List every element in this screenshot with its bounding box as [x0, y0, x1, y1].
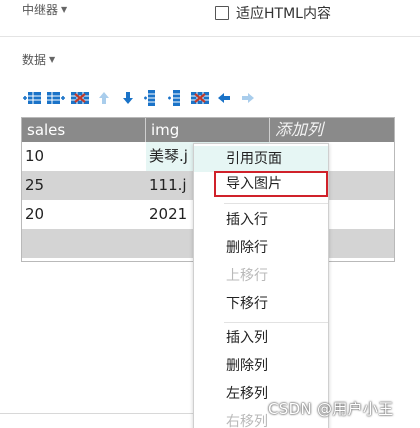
menu-item-insert-row[interactable]: 插入行 — [194, 207, 328, 233]
table-cell[interactable]: 10 — [22, 142, 146, 171]
context-menu: 引用页面 导入图片 插入行 删除行 上移行 下移行 插入列 删除列 左移列 右移… — [193, 143, 329, 428]
data-section-toggle[interactable]: 数据 ▼ — [22, 51, 55, 68]
insert-column-right-icon[interactable] — [166, 89, 186, 107]
insert-column-icon[interactable] — [46, 89, 66, 107]
fit-html-label: 适应HTML内容 — [236, 6, 331, 22]
move-up-icon[interactable] — [94, 89, 114, 107]
fit-html-option[interactable]: 适应HTML内容 — [215, 3, 331, 23]
grid-header-row: sales img 添加列 — [22, 118, 394, 142]
repeater-label: 中继器 — [22, 3, 59, 17]
insert-column-left-icon[interactable] — [142, 89, 162, 107]
menu-separator — [224, 203, 328, 204]
menu-item-import-image[interactable]: 导入图片 — [214, 171, 328, 197]
repeater-section-toggle[interactable]: 中继器 ▼ — [22, 1, 67, 18]
data-toolbar — [22, 89, 258, 107]
move-left-icon[interactable] — [214, 89, 234, 107]
column-header[interactable]: sales — [22, 118, 146, 142]
delete-column-icon[interactable] — [190, 89, 210, 107]
menu-separator — [224, 322, 328, 323]
add-column-header[interactable]: 添加列 — [270, 118, 394, 142]
menu-item-reference-page[interactable]: 引用页面 — [194, 146, 328, 172]
panel-divider — [0, 413, 195, 414]
menu-item-insert-column[interactable]: 插入列 — [194, 325, 328, 351]
move-right-icon[interactable] — [238, 89, 258, 107]
chevron-down-icon: ▼ — [61, 5, 68, 14]
watermark-text: CSDN @用户小王 — [268, 400, 394, 418]
header-divider — [0, 36, 420, 37]
insert-row-icon[interactable] — [22, 89, 42, 107]
menu-item-delete-column[interactable]: 删除列 — [194, 353, 328, 379]
delete-row-icon[interactable] — [70, 89, 90, 107]
column-header[interactable]: img — [146, 118, 270, 142]
table-cell[interactable]: 25 — [22, 171, 146, 200]
menu-item-move-row-down[interactable]: 下移行 — [194, 291, 328, 317]
table-cell[interactable]: 20 — [22, 200, 146, 229]
repeater-properties-panel: 中继器 ▼ 适应HTML内容 数据 ▼ sales img 添加列 10 美琴.… — [0, 0, 420, 428]
chevron-down-icon: ▼ — [49, 55, 56, 64]
fit-html-checkbox[interactable] — [215, 6, 229, 20]
table-cell[interactable] — [22, 229, 146, 258]
menu-item-move-row-up: 上移行 — [226, 268, 268, 284]
data-section-label: 数据 — [22, 53, 47, 67]
move-down-icon[interactable] — [118, 89, 138, 107]
menu-item-delete-row[interactable]: 删除行 — [194, 235, 328, 261]
